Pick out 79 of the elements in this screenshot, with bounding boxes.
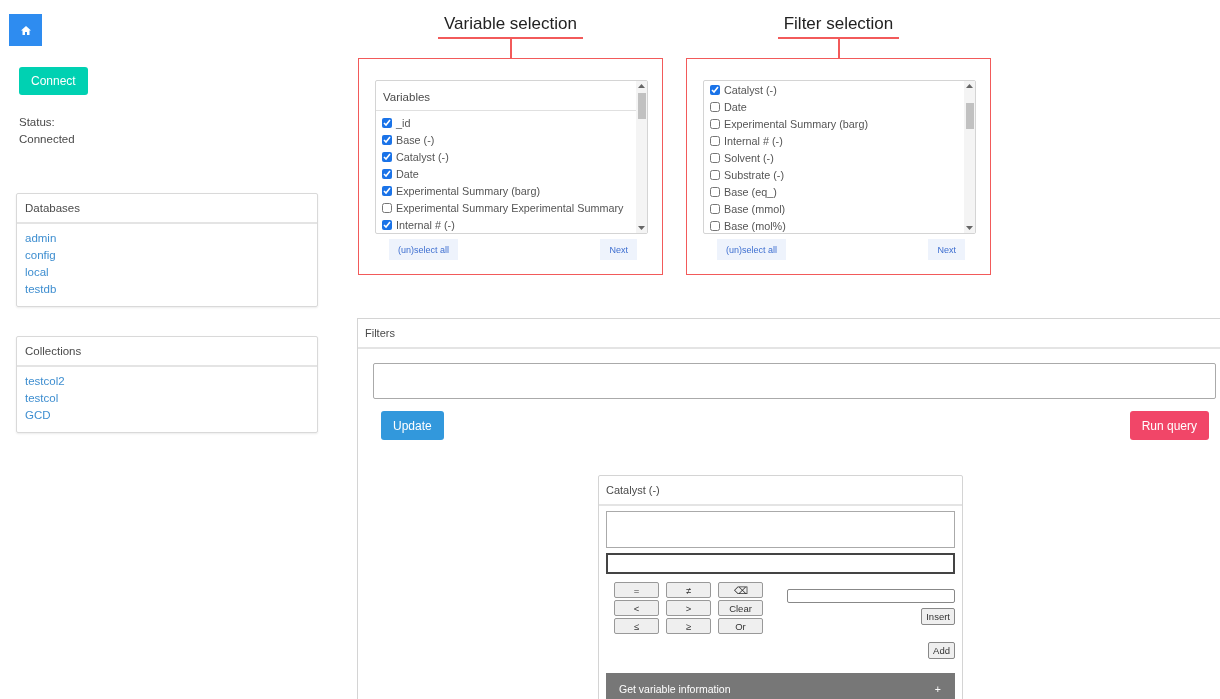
status-value: Connected: [19, 132, 76, 147]
checkbox-item[interactable]: Experimental Summary Experimental Summary: [376, 199, 636, 216]
filter-query-field[interactable]: [373, 363, 1216, 399]
operator-key[interactable]: ⌫: [718, 582, 763, 598]
checkbox[interactable]: [710, 135, 720, 146]
collection-link[interactable]: GCD: [25, 407, 51, 424]
expression-field[interactable]: [606, 553, 955, 574]
checkbox-item[interactable]: Experimental Summary (barg): [376, 182, 636, 199]
next-button[interactable]: Next: [928, 239, 965, 260]
next-button[interactable]: Next: [600, 239, 637, 260]
checkbox[interactable]: [382, 219, 392, 230]
checkbox-item[interactable]: Catalyst (-): [376, 148, 636, 165]
checkbox[interactable]: [710, 186, 720, 197]
checkbox-item[interactable]: _id: [376, 114, 636, 131]
operator-key[interactable]: Or: [718, 618, 763, 634]
checkbox-item[interactable]: Base (mmol): [704, 200, 964, 217]
collection-link[interactable]: testcol: [25, 390, 59, 407]
checkbox[interactable]: [382, 117, 392, 128]
operator-key[interactable]: >: [666, 600, 711, 616]
checkbox-item[interactable]: Substrate (-): [704, 166, 964, 183]
checkbox[interactable]: [710, 101, 720, 112]
checkbox[interactable]: [710, 203, 720, 214]
operator-key[interactable]: ≥: [666, 618, 711, 634]
home-icon: [20, 25, 31, 35]
checkbox-item[interactable]: Solvent (-): [704, 149, 964, 166]
checkbox-item[interactable]: Internal # (-): [376, 216, 636, 233]
operator-key[interactable]: ≠: [666, 582, 711, 598]
operator-key[interactable]: ≤: [614, 618, 659, 634]
checkbox[interactable]: [382, 168, 392, 179]
scroll-down-icon[interactable]: [966, 226, 973, 230]
checkbox[interactable]: [710, 152, 720, 163]
run-query-button[interactable]: Run query: [1129, 411, 1209, 440]
collection-link[interactable]: testcol2: [25, 373, 65, 390]
annotation-label: Variable selection: [438, 14, 583, 39]
insert-button[interactable]: Insert: [921, 608, 955, 625]
checkbox-item[interactable]: Base (eq_): [704, 183, 964, 200]
annotation-label: Filter selection: [777, 14, 900, 39]
checkbox[interactable]: [382, 202, 392, 213]
values-field[interactable]: [606, 511, 955, 548]
panel-title: Filters: [358, 319, 1220, 349]
checkbox-item[interactable]: Experimental Summary (barg): [704, 115, 964, 132]
checkbox-item[interactable]: Base (-): [376, 131, 636, 148]
checkbox[interactable]: [710, 118, 720, 129]
checkbox-item[interactable]: Internal # (-): [704, 132, 964, 149]
database-link[interactable]: admin: [25, 230, 57, 247]
card-title: Databases: [17, 194, 317, 224]
database-link[interactable]: testdb: [25, 281, 57, 298]
variable-info-bar[interactable]: Get variable information +: [606, 673, 955, 699]
checkbox-item[interactable]: Catalyst (-): [704, 81, 964, 98]
select-all-button[interactable]: (un)select all: [389, 239, 459, 260]
checkbox[interactable]: [382, 134, 392, 145]
checkbox[interactable]: [382, 185, 392, 196]
value-field[interactable]: [787, 589, 955, 603]
scroll-up-icon[interactable]: [966, 84, 973, 88]
scrollbar[interactable]: [636, 81, 647, 233]
operator-key[interactable]: <: [614, 600, 659, 616]
checkbox-item[interactable]: Base (mol%): [704, 217, 964, 233]
scroll-thumb[interactable]: [966, 103, 974, 129]
scroll-down-icon[interactable]: [638, 226, 645, 230]
database-link[interactable]: config: [25, 247, 56, 264]
scroll-thumb[interactable]: [638, 93, 646, 119]
select-all-button[interactable]: (un)select all: [717, 239, 787, 260]
card-title: Catalyst (-): [599, 476, 962, 506]
checkbox[interactable]: [710, 84, 720, 95]
add-button[interactable]: Add: [928, 642, 955, 659]
home-button[interactable]: [9, 14, 42, 46]
checkbox[interactable]: [710, 220, 720, 231]
checkbox[interactable]: [382, 151, 392, 162]
checkbox-item[interactable]: Date: [704, 98, 964, 115]
scrollbar[interactable]: [964, 81, 975, 233]
scroll-up-icon[interactable]: [638, 84, 645, 88]
operator-key[interactable]: Clear: [718, 600, 763, 616]
checkbox-item[interactable]: Date: [376, 165, 636, 182]
card-title: Collections: [17, 337, 317, 367]
checkbox[interactable]: [710, 169, 720, 180]
database-link[interactable]: local: [25, 264, 49, 281]
status-label: Status:: [19, 115, 56, 130]
list-title: Variables: [376, 84, 636, 111]
operator-key[interactable]: =: [614, 582, 659, 598]
